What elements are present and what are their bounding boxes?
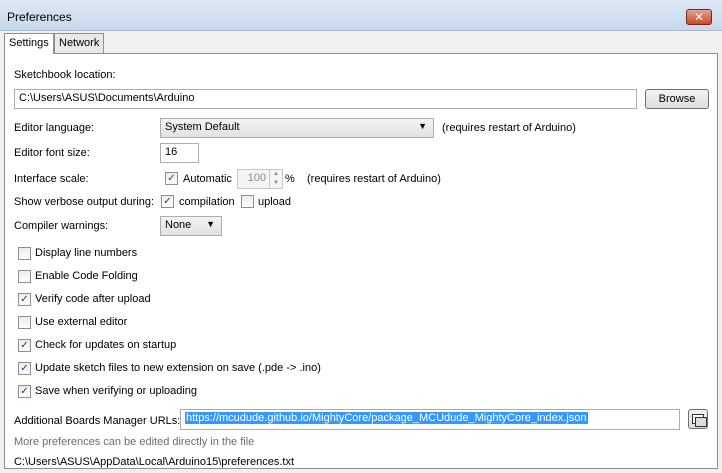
browse-button[interactable]: Browse — [645, 89, 709, 109]
compiler-warnings-label: Compiler warnings: — [14, 220, 109, 232]
editor-language-select[interactable]: System Default ▼ — [160, 118, 434, 138]
option-label: Verify code after upload — [35, 293, 151, 305]
sketchbook-path-input[interactable]: C:\Users\ASUS\Documents\Arduino — [14, 89, 637, 109]
title-bar: Preferences ✕ — [0, 0, 722, 31]
option-label: Enable Code Folding — [35, 270, 138, 282]
boards-urls-input[interactable]: https://mcudude.github.io/MightyCore/pac… — [180, 409, 680, 430]
chevron-down-icon: ▼ — [206, 219, 215, 229]
tab-settings[interactable]: Settings — [4, 33, 54, 54]
compiler-warnings-value: None — [165, 219, 192, 231]
interface-scale-label: Interface scale: — [14, 173, 89, 185]
option-label: Use external editor — [35, 316, 128, 328]
option-checkbox[interactable]: ✓ — [18, 339, 31, 352]
tab-network-label: Network — [59, 37, 100, 49]
option-label: Save when verifying or uploading — [35, 385, 198, 397]
option-label: Check for updates on startup — [35, 339, 177, 351]
verbose-label: Show verbose output during: — [14, 196, 155, 208]
percent-sign: % — [285, 173, 295, 185]
sketchbook-label: Sketchbook location: — [14, 69, 116, 81]
preferences-file-path: C:\Users\ASUS\AppData\Local\Arduino15\pr… — [14, 456, 295, 468]
scale-value: 100 — [247, 172, 266, 184]
font-size-label: Editor font size: — [14, 147, 90, 159]
verbose-upload-label: upload — [258, 196, 292, 208]
spinner-arrows-icon[interactable]: ▲ ▼ — [269, 170, 282, 188]
verbose-compilation-checkbox[interactable]: ✓ — [161, 195, 174, 208]
more-preferences-note: More preferences can be edited directly … — [14, 436, 255, 448]
close-icon: ✕ — [693, 10, 705, 24]
automatic-checkbox[interactable]: ✓ — [165, 172, 178, 185]
window-title: Preferences — [7, 10, 72, 24]
font-size-input[interactable]: 16 — [160, 143, 199, 163]
option-checkbox[interactable] — [18, 316, 31, 329]
editor-language-value: System Default — [165, 121, 240, 133]
option-checkbox[interactable]: ✓ — [18, 362, 31, 375]
chevron-down-icon: ▼ — [418, 121, 427, 131]
scale-spinner[interactable]: 100 ▲ ▼ — [237, 169, 283, 189]
verbose-upload-checkbox[interactable] — [241, 195, 254, 208]
tab-settings-label: Settings — [9, 37, 49, 49]
option-checkbox[interactable]: ✓ — [18, 293, 31, 306]
boards-urls-label: Additional Boards Manager URLs: — [14, 415, 181, 427]
editor-language-label: Editor language: — [14, 122, 95, 134]
option-checkbox[interactable]: ✓ — [18, 385, 31, 398]
option-label: Update sketch files to new extension on … — [35, 362, 321, 374]
tab-network[interactable]: Network — [54, 33, 104, 53]
option-label: Display line numbers — [35, 247, 138, 259]
close-button[interactable]: ✕ — [686, 9, 712, 25]
editor-language-note: (requires restart of Arduino) — [442, 122, 576, 134]
windows-icon-back — [695, 417, 707, 427]
compiler-warnings-select[interactable]: None ▼ — [160, 216, 222, 236]
option-checkbox[interactable] — [18, 247, 31, 260]
automatic-label: Automatic — [183, 173, 232, 185]
settings-panel: Sketchbook location: C:\Users\ASUS\Docum… — [4, 53, 718, 469]
boards-urls-value: https://mcudude.github.io/MightyCore/pac… — [185, 412, 588, 424]
open-urls-editor-button[interactable] — [688, 409, 708, 429]
verbose-compilation-label: compilation — [179, 196, 235, 208]
option-checkbox[interactable] — [18, 270, 31, 283]
interface-scale-note: (requires restart of Arduino) — [307, 173, 441, 185]
